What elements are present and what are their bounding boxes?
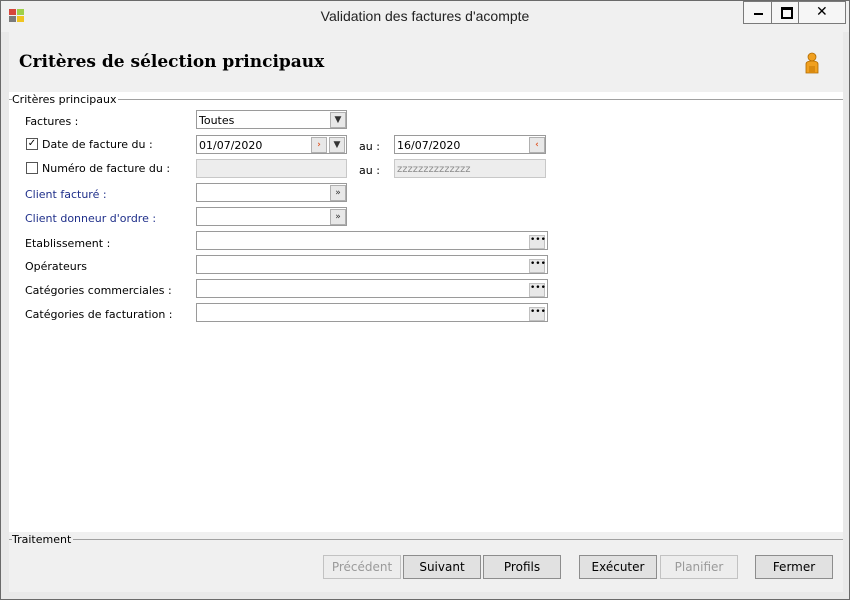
categories-facturation-field[interactable] (196, 303, 548, 322)
precedent-button[interactable]: Précédent (323, 555, 401, 579)
maximize-icon (781, 7, 793, 19)
section-main-label: Critères principaux (12, 93, 119, 106)
date-from-dropdown-icon[interactable]: ▼ (329, 137, 345, 153)
window-title: Validation des factures d'acompte (320, 8, 530, 24)
date-to-value: 16/07/2020 (397, 139, 461, 152)
close-button[interactable]: ✕ (798, 1, 846, 24)
checkmark-icon: ✓ (27, 138, 37, 149)
date-from-value: 01/07/2020 (199, 139, 263, 152)
dialog-content: Critères de sélection principaux Critère… (9, 32, 843, 592)
client-donneur-label: Client donneur d'ordre : (25, 212, 157, 225)
date-to-back-icon[interactable]: ‹ (529, 137, 545, 153)
maximize-button[interactable] (771, 1, 801, 24)
etablissement-label: Etablissement : (25, 237, 111, 250)
section-divider (9, 99, 843, 100)
executer-button[interactable]: Exécuter (579, 555, 657, 579)
factures-label: Factures : (25, 115, 79, 128)
close-icon: ✕ (816, 4, 828, 20)
client-facture-label: Client facturé : (25, 188, 107, 201)
numero-checkbox[interactable] (26, 162, 38, 174)
suivant-button[interactable]: Suivant (403, 555, 481, 579)
etablissement-field[interactable] (196, 231, 548, 250)
page-title: Critères de sélection principaux (19, 52, 325, 72)
factures-dropdown-icon[interactable]: ▼ (330, 112, 346, 128)
numero-to-value: zzzzzzzzzzzzzz (397, 164, 471, 175)
categories-commerciales-field[interactable] (196, 279, 548, 298)
operateurs-field[interactable] (196, 255, 548, 274)
client-donneur-field[interactable] (196, 207, 347, 226)
client-facture-field[interactable] (196, 183, 347, 202)
etablissement-browse-icon[interactable]: ••• (529, 235, 546, 249)
factures-select[interactable]: Toutes (196, 110, 347, 129)
operateurs-label: Opérateurs (25, 260, 87, 273)
minimize-icon (754, 13, 763, 15)
user-icon (805, 52, 819, 74)
date-checkbox[interactable]: ✓ (26, 138, 38, 150)
fermer-button[interactable]: Fermer (755, 555, 833, 579)
profils-button[interactable]: Profils (483, 555, 561, 579)
app-window: Validation des factures d'acompte ✕ Crit… (0, 0, 850, 600)
client-facture-expand-icon[interactable]: » (330, 185, 346, 201)
categories-commerciales-label: Catégories commerciales : (25, 284, 172, 297)
numero-to-field[interactable]: zzzzzzzzzzzzzz (394, 159, 546, 178)
numero-from-field[interactable] (196, 159, 347, 178)
factures-value: Toutes (199, 114, 235, 127)
date-au-label: au : (359, 140, 380, 153)
page-header: Critères de sélection principaux (9, 32, 843, 92)
numero-label: Numéro de facture du : (42, 162, 171, 175)
date-label: Date de facture du : (42, 138, 153, 151)
date-from-forward-icon[interactable]: › (311, 137, 327, 153)
numero-au-label: au : (359, 164, 380, 177)
date-to-field[interactable]: 16/07/2020 (394, 135, 546, 154)
categories-facturation-browse-icon[interactable]: ••• (529, 307, 546, 321)
planifier-button[interactable]: Planifier (660, 555, 738, 579)
title-bar: Validation des factures d'acompte ✕ (1, 1, 849, 32)
operateurs-browse-icon[interactable]: ••• (529, 259, 546, 273)
treatment-divider (9, 539, 843, 540)
client-donneur-expand-icon[interactable]: » (330, 209, 346, 225)
categories-commerciales-browse-icon[interactable]: ••• (529, 283, 546, 297)
section-treatment-label: Traitement (12, 533, 74, 546)
minimize-button[interactable] (743, 1, 774, 24)
categories-facturation-label: Catégories de facturation : (25, 308, 173, 321)
